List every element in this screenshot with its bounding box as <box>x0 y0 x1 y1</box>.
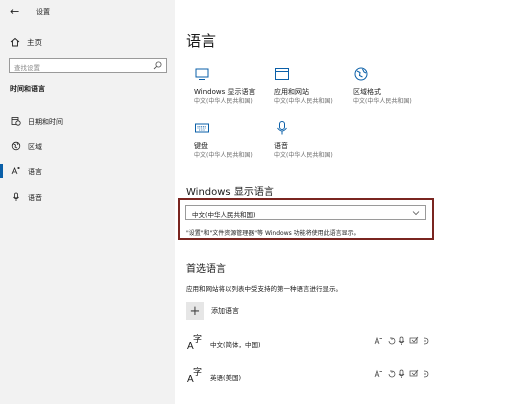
search-input[interactable]: 查找设置 <box>9 58 167 73</box>
tile-name: Windows 显示语言 <box>194 88 256 96</box>
display-language-title: Windows 显示语言 <box>186 187 274 198</box>
main-content: 语言 Windows 显示语言 中文(中华人民共和国) 应用和网站 中文(中华人… <box>175 0 532 404</box>
add-language-button[interactable]: + 添加语言 <box>186 302 239 320</box>
page-title: 语言 <box>186 32 217 50</box>
search-icon[interactable] <box>153 61 162 70</box>
svg-text:字: 字 <box>193 333 202 345</box>
sidebar-item-region[interactable]: 区域 <box>0 139 175 153</box>
plus-icon: + <box>186 302 204 320</box>
sidebar-item-label: 日期和时间 <box>28 118 63 126</box>
tile-desc: 中文(中华人民共和国) <box>274 152 333 159</box>
monitor-icon <box>195 68 209 80</box>
chevron-down-icon <box>412 211 420 216</box>
calendar-clock-icon <box>11 117 21 126</box>
language-features-icon <box>374 369 429 378</box>
home-icon <box>10 37 20 47</box>
preferred-languages-title: 首选语言 <box>186 264 226 275</box>
tile-windows-display-language[interactable]: Windows 显示语言 中文(中华人民共和国) <box>194 66 274 106</box>
home-link[interactable]: 主页 <box>10 35 42 49</box>
globe-icon <box>11 141 21 151</box>
dropdown-value: 中文(中华人民共和国) <box>192 211 256 219</box>
display-language-note: "设置"和"文件资源管理器"等 Windows 功能将使用此语言显示。 <box>186 230 360 237</box>
svg-text:字: 字 <box>193 366 202 378</box>
sidebar: ← 设置 主页 查找设置 时间和语言 日期和时间 区域 语言 语音 <box>0 0 175 404</box>
display-language-dropdown[interactable]: 中文(中华人民共和国) <box>185 205 426 220</box>
tile-desc: 中文(中华人民共和国) <box>274 98 333 105</box>
sidebar-item-label: 语言 <box>28 168 42 176</box>
keyboard-icon <box>195 123 209 133</box>
tile-desc: 中文(中华人民共和国) <box>194 98 253 105</box>
language-features-icon <box>374 336 429 345</box>
sidebar-item-speech[interactable]: 语音 <box>0 190 175 204</box>
language-row-english[interactable]: A 字 英语(美国) <box>186 366 431 386</box>
language-glyph-icon: A 字 <box>187 366 202 384</box>
language-icon <box>11 166 20 175</box>
tile-speech[interactable]: 语音 中文(中华人民共和国) <box>274 120 354 160</box>
tile-name: 语音 <box>274 142 288 150</box>
tile-keyboard[interactable]: 键盘 中文(中华人民共和国) <box>194 120 274 160</box>
home-label: 主页 <box>27 37 42 47</box>
active-indicator <box>0 164 3 178</box>
window-title: 设置 <box>36 8 50 16</box>
sidebar-group-title: 时间和语言 <box>10 85 45 93</box>
language-row-chinese[interactable]: A 字 中文(简体，中国) <box>186 333 431 353</box>
tile-name: 键盘 <box>194 142 208 150</box>
tile-desc: 中文(中华人民共和国) <box>353 98 412 105</box>
tile-regional-format[interactable]: 区域格式 中文(中华人民共和国) <box>353 66 433 106</box>
back-button[interactable]: ← <box>10 5 19 18</box>
sidebar-item-language[interactable]: 语言 <box>0 164 175 178</box>
microphone-icon <box>277 121 287 135</box>
tile-name: 区域格式 <box>353 88 381 96</box>
tile-apps-websites[interactable]: 应用和网站 中文(中华人民共和国) <box>274 66 354 106</box>
language-label: 中文(简体，中国) <box>210 341 261 349</box>
preferred-languages-desc: 应用和网站将以列表中受支持的第一种语言进行显示。 <box>186 285 342 293</box>
sidebar-item-label: 区域 <box>28 143 42 151</box>
window-icon <box>275 68 289 80</box>
search-placeholder: 查找设置 <box>14 64 40 72</box>
language-glyph-icon: A 字 <box>187 333 202 351</box>
sidebar-item-label: 语音 <box>28 194 42 202</box>
globe-icon <box>354 67 368 81</box>
tile-name: 应用和网站 <box>274 88 309 96</box>
add-language-label: 添加语言 <box>211 307 239 315</box>
language-label: 英语(美国) <box>210 374 242 382</box>
tile-desc: 中文(中华人民共和国) <box>194 152 253 159</box>
sidebar-item-date-time[interactable]: 日期和时间 <box>0 114 175 128</box>
microphone-icon <box>13 192 19 201</box>
